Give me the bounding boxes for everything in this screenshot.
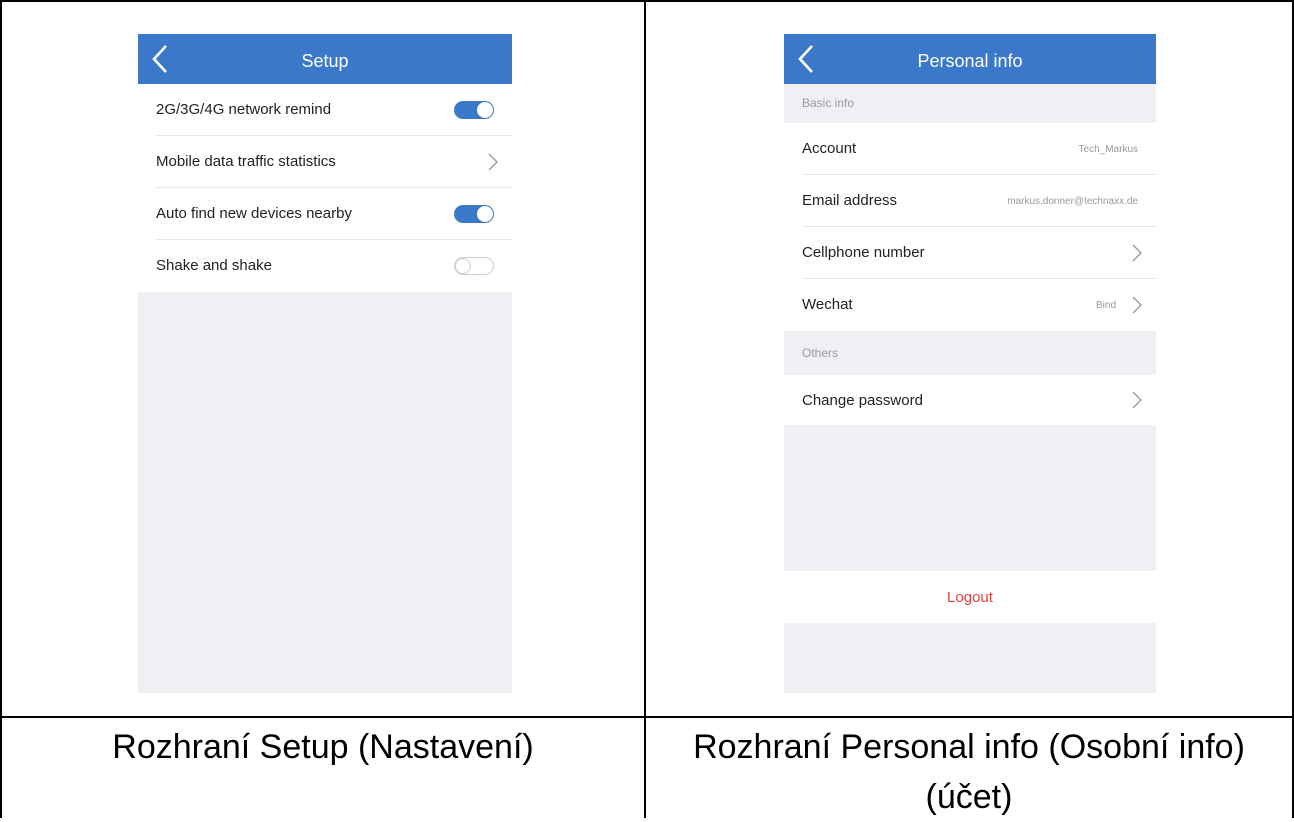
setting-row-network-remind[interactable]: 2G/3G/4G network remind [138,84,512,136]
setting-row-traffic-statistics[interactable]: Mobile data traffic statistics [138,136,512,188]
info-label: Account [802,140,857,157]
logout-button[interactable]: Logout [784,571,1156,623]
info-label: Email address [802,192,898,209]
change-password-label: Change password [802,392,923,409]
info-row-change-password[interactable]: Change password [784,375,1156,425]
toggle-knob [455,258,471,274]
chevron-right-icon [488,153,498,171]
shake-toggle[interactable] [454,257,494,275]
info-row-cellphone[interactable]: Cellphone number [784,227,1156,279]
table-border-top [0,0,1294,2]
toggle-knob [477,206,493,222]
section-label: Others [802,346,839,360]
document-table: Setup 2G/3G/4G network remind Mobile dat… [0,0,1294,818]
logout-label: Logout [947,589,993,606]
setup-screen: Setup 2G/3G/4G network remind Mobile dat… [138,34,512,693]
caption-setup-text: Rozhraní Setup (Nastavení) [112,728,534,766]
table-border-middle [644,0,646,818]
table-border-divider [0,716,1294,718]
info-row-email: Email address markus.donner@technaxx.de [784,175,1156,227]
setting-label: Auto find new devices nearby [156,205,352,222]
caption-setup: Rozhraní Setup (Nastavení) [2,722,644,772]
setting-label: Shake and shake [156,257,272,274]
info-label: Wechat [802,296,853,313]
chevron-right-icon [1132,391,1142,409]
caption-personal-line1: Rozhraní Personal info (Osobní info) [693,728,1245,766]
personal-info-title: Personal info [917,51,1023,71]
setting-row-auto-find[interactable]: Auto find new devices nearby [138,188,512,240]
personal-info-screen: Personal info Basic info Account Tech_Ma… [784,34,1156,693]
section-header-basic-info: Basic info [784,84,1156,123]
toggle-knob [477,102,493,118]
setting-label: Mobile data traffic statistics [156,153,336,170]
setup-title: Setup [301,51,349,71]
section-header-others: Others [784,331,1156,375]
account-value: Tech_Markus [1078,144,1138,155]
network-remind-toggle[interactable] [454,101,494,119]
setup-app-bar: Setup [138,34,512,84]
info-label: Cellphone number [802,244,925,261]
chevron-right-icon [1132,296,1142,314]
wechat-bind-value: Bind [1095,300,1116,311]
info-row-account: Account Tech_Markus [784,123,1156,175]
setting-row-shake[interactable]: Shake and shake [138,240,512,292]
chevron-right-icon [1132,244,1142,262]
auto-find-toggle[interactable] [454,205,494,223]
personal-info-app-bar: Personal info [784,34,1156,84]
email-value: markus.donner@technaxx.de [1007,196,1138,207]
section-label: Basic info [802,96,855,110]
info-row-wechat[interactable]: Wechat Bind [784,279,1156,331]
caption-personal-line2: (účet) [925,778,1013,816]
caption-personal-info: Rozhraní Personal info (Osobní info) (úč… [646,722,1292,822]
setting-label: 2G/3G/4G network remind [156,101,332,118]
table-border-left [0,0,2,818]
